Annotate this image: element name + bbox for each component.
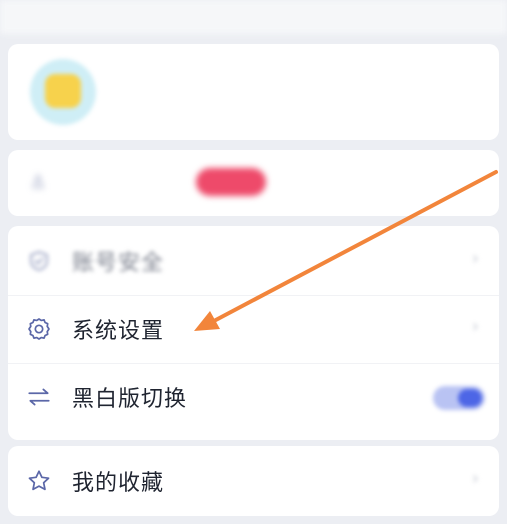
avatar[interactable] [30,59,96,125]
profile-card[interactable] [8,44,499,140]
menu-label-favorites: 我的收藏 [72,471,165,496]
mono-mode-toggle[interactable] [433,386,485,410]
vip-card[interactable]: ♙ [8,150,499,216]
chevron-right-icon: › [471,248,479,269]
menu-item-mono-mode[interactable]: 黑白版切换 [8,364,499,430]
vip-badge [196,168,266,196]
menu-item-system-settings[interactable]: 系统设置 › [8,296,499,362]
menu-item-account-security[interactable]: 账号安全 › [8,228,499,294]
chevron-right-icon: › [471,468,479,489]
chevron-right-icon: › [471,316,479,337]
gear-icon [26,316,52,342]
menu-label-mono-mode: 黑白版切换 [72,387,188,412]
favorites-card: 我的收藏 › [8,446,499,516]
settings-menu-card: 账号安全 › 系统设置 › 黑白版切换 [8,226,499,440]
star-icon [26,468,52,494]
swap-arrows-icon [26,384,52,410]
shield-check-icon [26,248,52,274]
toggle-knob [458,389,482,407]
menu-label-account-security: 账号安全 [72,251,165,276]
status-bar [0,0,507,34]
menu-item-favorites[interactable]: 我的收藏 › [8,448,499,514]
menu-label-system-settings: 系统设置 [72,319,165,344]
vip-icon: ♙ [30,172,47,193]
